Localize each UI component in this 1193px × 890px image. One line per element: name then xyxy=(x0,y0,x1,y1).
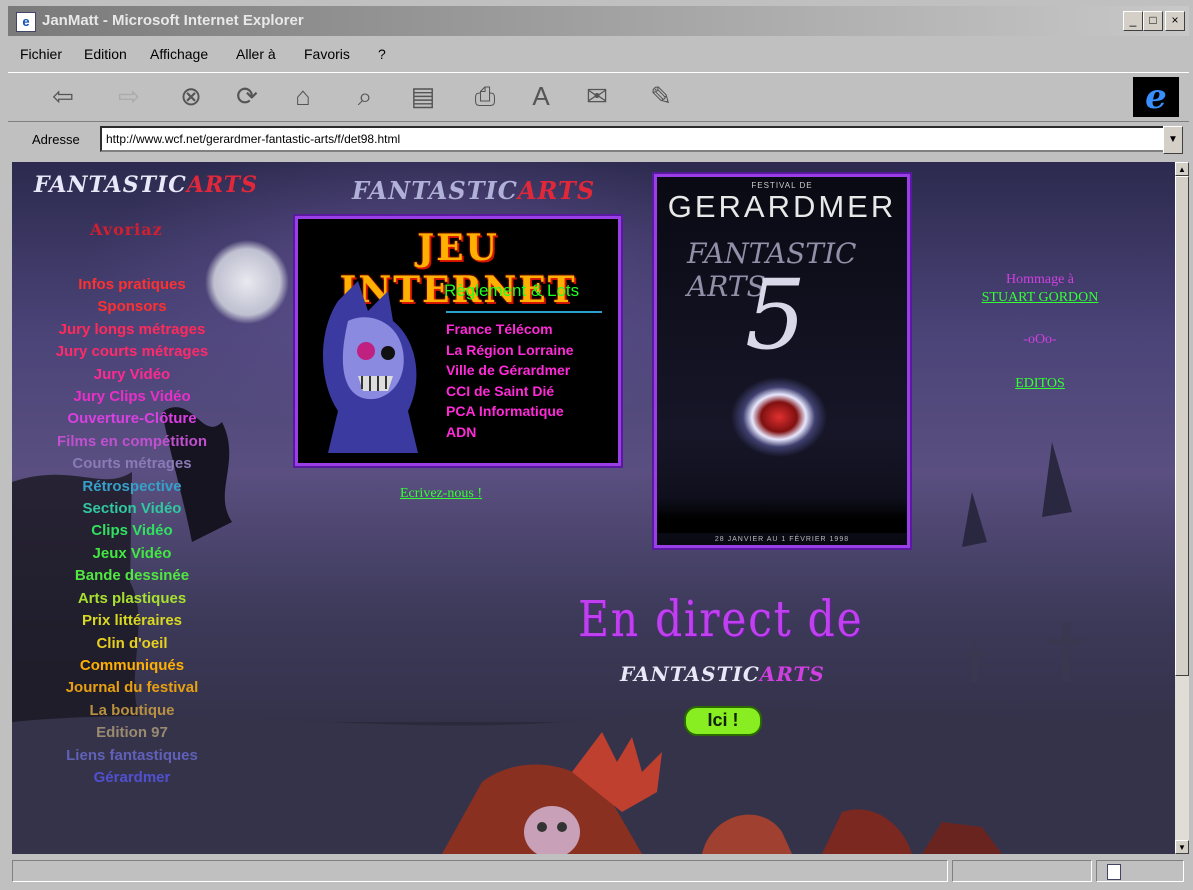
logo-part-arts-bottom: ARTS xyxy=(759,662,825,686)
nav-sponsors[interactable]: Sponsors xyxy=(12,296,252,318)
status-text xyxy=(12,860,948,882)
right-links: Hommage à STUART GORDON -oOo- EDITOS xyxy=(940,272,1140,392)
ghoul-illustration xyxy=(323,281,418,453)
sponsor-adn: ADN xyxy=(446,423,477,440)
maximize-button[interactable]: □ xyxy=(1143,11,1163,31)
menu-fichier[interactable]: Fichier xyxy=(20,46,62,62)
separator-text: -oOo- xyxy=(1023,332,1057,347)
nav-boutique[interactable]: La boutique xyxy=(12,700,252,722)
mail-icon[interactable]: ✉ xyxy=(580,79,614,113)
menu-favoris[interactable]: Favoris xyxy=(304,46,350,62)
print-icon[interactable]: ⎙ xyxy=(468,79,502,113)
menu-aller[interactable]: Aller à xyxy=(236,46,276,62)
poster-title: GERARDMER xyxy=(667,189,897,224)
sponsor-ville-gerardmer: Ville de Gérardmer xyxy=(446,362,571,379)
page-viewport: FANTASTICARTS Avoriaz Infos pratiques Sp… xyxy=(12,162,1175,854)
menu-bar: Fichier Edition Affichage Aller à Favori… xyxy=(8,40,1189,68)
fantastic-arts-logo: FANTASTICARTS xyxy=(34,172,258,198)
en-direct-heading: En direct de xyxy=(578,590,864,648)
status-zone xyxy=(952,860,1092,882)
sponsor-france-telecom: France Télécom xyxy=(446,321,553,337)
menu-affichage[interactable]: Affichage xyxy=(150,46,208,62)
nav-jury-clips[interactable]: Jury Clips Vidéo xyxy=(12,386,252,408)
nav-retrospective[interactable]: Rétrospective xyxy=(12,476,252,498)
close-button[interactable]: × xyxy=(1165,11,1185,31)
fantastic-arts-logo-center: FANTASTICARTS xyxy=(352,176,595,205)
vertical-scrollbar[interactable]: ▲ ▼ xyxy=(1175,162,1189,854)
reglement-lots-link[interactable]: Règlement & Lots xyxy=(444,281,579,301)
home-icon[interactable]: ⌂ xyxy=(286,79,320,113)
ie-logo-icon: e xyxy=(1133,77,1179,117)
sponsor-pca: PCA Informatique xyxy=(446,403,564,420)
nav-arts-plastiques[interactable]: Arts plastiques xyxy=(12,588,252,610)
hommage-label: Hommage à xyxy=(1005,272,1075,287)
nav-ouverture[interactable]: Ouverture-Clôture xyxy=(12,408,252,430)
favorites-icon[interactable]: ▤ xyxy=(406,79,440,113)
ie-app-icon: e xyxy=(16,12,36,32)
nav-jury-video[interactable]: Jury Vidéo xyxy=(12,364,252,386)
address-label: Adresse xyxy=(32,132,80,147)
stop-icon[interactable]: ⊗ xyxy=(174,79,208,113)
logo-part-arts-center: ARTS xyxy=(517,176,596,205)
font-icon[interactable]: A xyxy=(524,79,558,113)
sponsor-cci-saint-die: CCI de Saint Dié xyxy=(446,382,555,399)
jeu-divider xyxy=(446,311,602,313)
nav-gerardmer[interactable]: Gérardmer xyxy=(12,767,252,789)
scroll-down-icon[interactable]: ▼ xyxy=(1175,840,1189,854)
poster-skyline xyxy=(657,499,907,533)
jeu-internet-banner[interactable]: JEU INTERNET Règlement & Lots France Tél… xyxy=(295,216,621,466)
scroll-thumb[interactable] xyxy=(1175,176,1189,676)
status-bar xyxy=(8,856,1189,886)
sponsor-region-lorraine: La Région Lorraine xyxy=(446,341,574,358)
toolbar: ⇦ ⇨ ⊗ ⟳ ⌂ ⌕ ▤ ⎙ A ✉ ✎ e xyxy=(8,72,1189,122)
refresh-icon[interactable]: ⟳ xyxy=(230,79,264,113)
nav-jury-longs[interactable]: Jury longs métrages xyxy=(12,319,252,341)
title-bar: e JanMatt - Microsoft Internet Explorer … xyxy=(8,6,1189,36)
avoriaz-logo: Avoriaz xyxy=(90,220,163,239)
nav-edition-97[interactable]: Edition 97 xyxy=(12,722,252,744)
nav-section-video[interactable]: Section Vidéo xyxy=(12,498,252,520)
nav-courts-metrages[interactable]: Courts métrages xyxy=(12,453,252,475)
menu-help[interactable]: ? xyxy=(378,46,386,62)
jeu-sponsor-list: France Télécom La Région Lorraine Ville … xyxy=(446,319,574,443)
logo-part-fantastic-center: FANTASTIC xyxy=(352,176,518,205)
back-icon[interactable]: ⇦ xyxy=(46,79,80,113)
nav-bande-dessinee[interactable]: Bande dessinée xyxy=(12,565,252,587)
zombie-illustration xyxy=(442,732,1002,854)
fantastic-arts-logo-bottom: FANTASTICARTS xyxy=(620,662,825,686)
stuart-gordon-link[interactable]: STUART GORDON xyxy=(982,290,1099,305)
nav-infos-pratiques[interactable]: Infos pratiques xyxy=(12,274,252,296)
status-page-icon xyxy=(1096,860,1184,882)
nav-jury-courts[interactable]: Jury courts métrages xyxy=(12,341,252,363)
menu-edition[interactable]: Edition xyxy=(84,46,127,62)
minimize-button[interactable]: _ xyxy=(1123,11,1143,31)
nav-films-competition[interactable]: Films en compétition xyxy=(12,431,252,453)
logo-part-arts: ARTS xyxy=(186,172,259,198)
logo-part-fantastic-bottom: FANTASTIC xyxy=(620,662,760,686)
nav-clips-video[interactable]: Clips Vidéo xyxy=(12,520,252,542)
address-input[interactable]: http://www.wcf.net/gerardmer-fantastic-a… xyxy=(100,126,1168,152)
festival-poster[interactable]: FESTIVAL DE GERARDMER FANTASTIC ARTS 5 2… xyxy=(654,174,910,548)
ecrivez-nous-link[interactable]: Ecrivez-nous ! xyxy=(400,486,482,502)
logo-part-fantastic: FANTASTIC xyxy=(34,172,187,198)
address-dropdown-icon[interactable]: ▼ xyxy=(1163,126,1183,154)
poster-number: 5 xyxy=(745,259,807,371)
nav-clin-doeil[interactable]: Clin d'oeil xyxy=(12,633,252,655)
edit-icon[interactable]: ✎ xyxy=(644,79,678,113)
address-bar: Adresse http://www.wcf.net/gerardmer-fan… xyxy=(8,122,1189,156)
nav-journal[interactable]: Journal du festival xyxy=(12,677,252,699)
nav-jeux-video[interactable]: Jeux Vidéo xyxy=(12,543,252,565)
forward-icon[interactable]: ⇨ xyxy=(112,79,146,113)
scroll-up-icon[interactable]: ▲ xyxy=(1175,162,1189,176)
page-icon xyxy=(1107,864,1121,880)
festival-nav: Infos pratiques Sponsors Jury longs métr… xyxy=(12,274,252,789)
window-title: JanMatt - Microsoft Internet Explorer xyxy=(42,12,304,29)
editos-link[interactable]: EDITOS xyxy=(1015,376,1065,391)
nav-communiques[interactable]: Communiqués xyxy=(12,655,252,677)
nav-liens[interactable]: Liens fantastiques xyxy=(12,745,252,767)
poster-dates: 28 JANVIER AU 1 FÉVRIER 1998 xyxy=(714,536,850,543)
nav-prix-litteraires[interactable]: Prix littéraires xyxy=(12,610,252,632)
search-icon[interactable]: ⌕ xyxy=(348,79,382,113)
